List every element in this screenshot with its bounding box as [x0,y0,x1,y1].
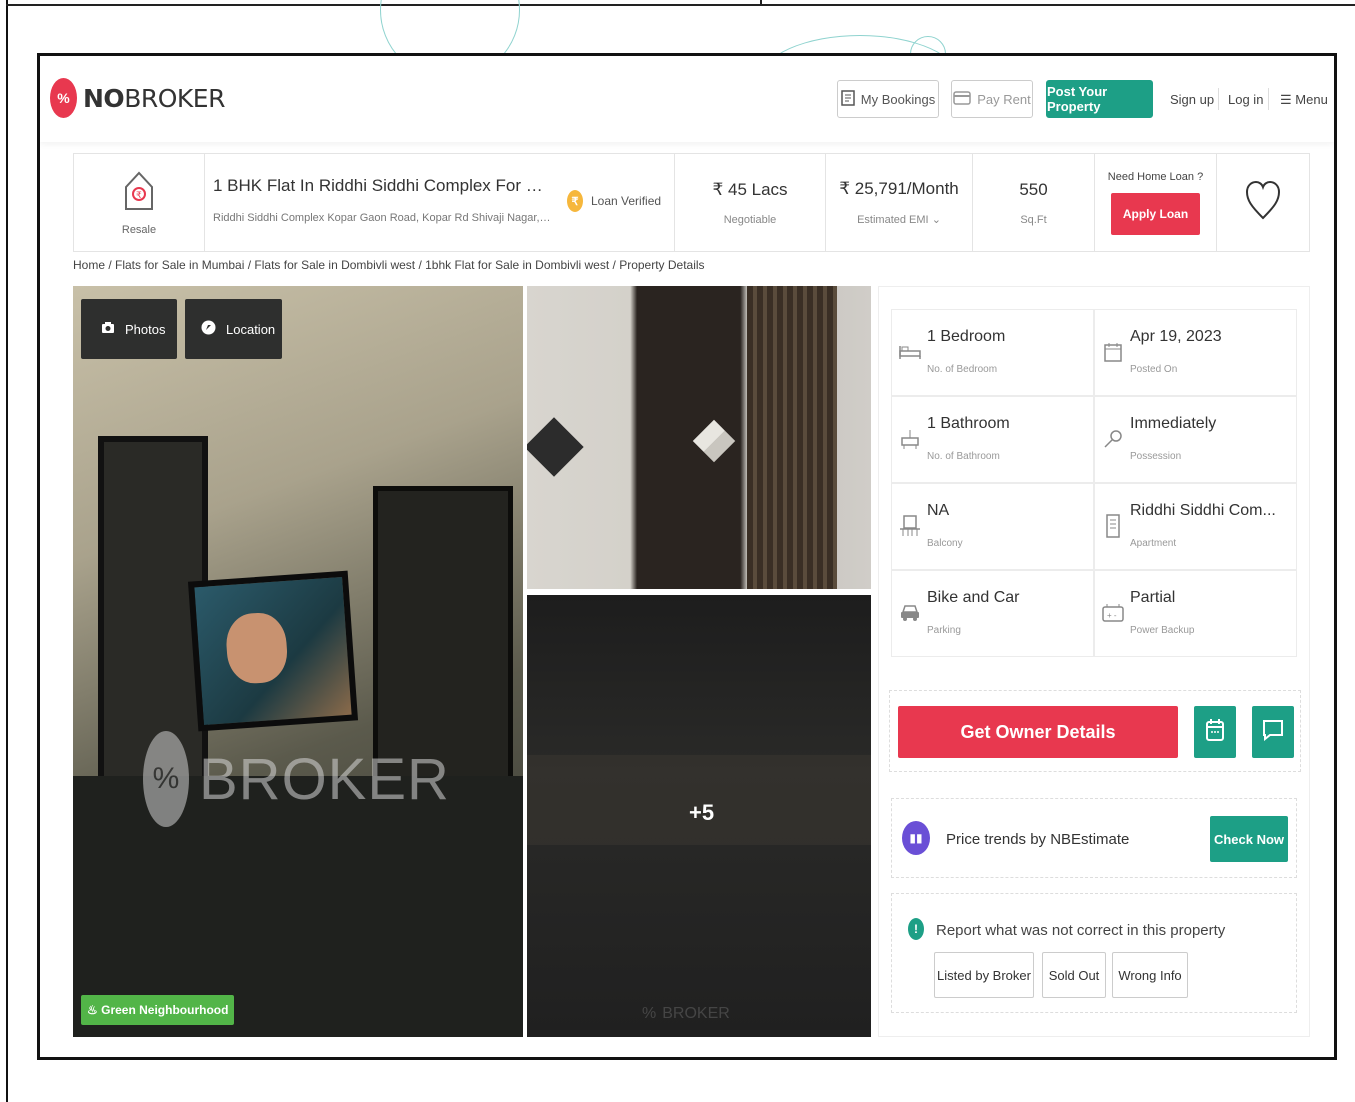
detail-bedroom: 1 Bedroom No. of Bedroom [891,309,1094,396]
detail-balcony: NA Balcony [891,483,1094,570]
price-cell: ₹ 45 Lacs Negotiable [675,154,826,251]
photo-thumbnail-more[interactable]: +5 % BROKER [527,595,871,1037]
detail-power-backup: + - Partial Power Backup [1094,570,1297,657]
details-grid: 1 Bedroom No. of Bedroom Apr 19, 2023 Po… [891,309,1297,657]
bookings-icon [841,89,855,109]
camera-icon [101,321,115,337]
calendar-icon [1101,340,1125,364]
screenshot-frame: % NOBROKER My Bookings Pay Rent Post You… [37,53,1337,1060]
details-panel: 1 Bedroom No. of Bedroom Apr 19, 2023 Po… [878,286,1310,1037]
site-header: % NOBROKER My Bookings Pay Rent Post You… [40,56,1334,142]
loan-verified-badge: ₹ Loan Verified [567,190,661,212]
svg-text:+ -: + - [1107,611,1117,620]
detail-posted-on: Apr 19, 2023 Posted On [1094,309,1297,396]
property-title: 1 BHK Flat In Riddhi Siddhi Complex For … [213,176,553,195]
document-divider [760,0,762,6]
area-value: 550 [1019,179,1048,199]
power-icon: + - [1101,601,1125,625]
resale-house-icon: ₹ [122,169,156,218]
hamburger-icon: ☰ [1280,92,1296,107]
leaf-icon: ♨ [87,1003,98,1017]
key-icon [1101,427,1125,451]
schedule-visit-button[interactable] [1194,706,1236,758]
header-separator [1218,88,1219,110]
nobroker-watermark: % BROKER [143,731,450,827]
check-now-button[interactable]: Check Now [1210,816,1288,862]
emi-value: ₹ 25,791/Month [839,179,959,198]
sign-up-link[interactable]: Sign up [1170,92,1214,107]
pay-rent-label: Pay Rent [977,91,1031,107]
breadcrumb[interactable]: Home / Flats for Sale in Mumbai / Flats … [73,258,705,272]
bathroom-icon [898,427,922,451]
building-icon [1101,514,1125,538]
svg-text:₹: ₹ [136,190,142,200]
card-icon [953,90,971,108]
chat-button[interactable] [1252,706,1294,758]
get-owner-details-button[interactable]: Get Owner Details [898,706,1178,758]
header-separator [1268,88,1269,110]
property-address: Riddhi Siddhi Complex Kopar Gaon Road, K… [213,212,553,224]
report-text: Report what was not correct in this prop… [936,922,1226,939]
green-neighbourhood-badge: ♨ Green Neighbourhood [81,995,235,1025]
area-unit: Sq.Ft [1020,213,1047,226]
detail-possession: Immediately Possession [1094,396,1297,483]
emi-note: Estimated EMI ⌄ [857,214,941,226]
balcony-icon [898,514,922,538]
car-icon [898,601,922,625]
title-cell: 1 BHK Flat In Riddhi Siddhi Complex For … [205,154,675,251]
compass-icon [201,320,216,338]
logo-text: NOBROKER [83,83,225,113]
photo-thumbnail[interactable] [527,286,871,589]
chat-icon [1262,719,1284,746]
resale-cell: ₹ Resale [74,154,205,251]
chart-icon: ▮▮ [902,821,930,855]
home-loan-cell: Need Home Loan ? Apply Loan [1095,154,1217,251]
photo-detail [692,419,736,463]
detail-apartment: Riddhi Siddhi Com... Apartment [1094,483,1297,570]
detail-bathroom: 1 Bathroom No. of Bathroom [891,396,1094,483]
logo-icon: % [50,78,77,118]
favourite-cell [1217,154,1309,251]
need-loan-text: Need Home Loan ? [1107,170,1204,183]
price-value: ₹ 45 Lacs [712,179,788,199]
report-wrong-info-button[interactable]: Wrong Info [1112,952,1188,998]
report-listed-by-broker-button[interactable]: Listed by Broker [934,952,1034,998]
emi-cell[interactable]: ₹ 25,791/Month Estimated EMI ⌄ [826,154,973,251]
resale-label: Resale [121,224,157,236]
heart-icon[interactable] [1245,178,1281,227]
report-sold-out-button[interactable]: Sold Out [1042,952,1106,998]
price-note: Negotiable [723,213,777,226]
price-trend-text: Price trends by NBEstimate [946,831,1130,848]
chevron-down-icon: ⌄ [931,214,941,226]
photo-detail [187,570,359,732]
more-photos-count: +5 [689,800,715,825]
document-top-line [6,4,1355,6]
pay-rent-button[interactable]: Pay Rent [951,80,1033,118]
rupee-coin-icon: ₹ [567,190,583,212]
area-cell: 550 Sq.Ft [973,154,1095,251]
post-property-button[interactable]: Post Your Property [1046,80,1153,118]
my-bookings-button[interactable]: My Bookings [837,80,939,118]
photo-detail [747,286,837,589]
info-icon: ! [908,918,924,940]
my-bookings-label: My Bookings [860,91,936,107]
report-box: ! Report what was not correct in this pr… [891,893,1297,1013]
owner-actions: Get Owner Details [889,690,1301,772]
menu-button[interactable]: ☰ Menu [1280,92,1328,108]
price-trend-box: ▮▮ Price trends by NBEstimate Check Now [891,798,1297,878]
bed-icon [898,340,922,364]
main-photo[interactable]: % BROKER Photos Location ♨ Green Neighbo… [73,286,523,1037]
nobroker-watermark-small: % BROKER [642,1005,730,1022]
photo-detail [527,417,584,477]
calendar-icon [1205,718,1225,747]
log-in-link[interactable]: Log in [1228,92,1263,107]
apply-loan-button[interactable]: Apply Loan [1110,192,1201,235]
photos-button[interactable]: Photos [81,299,177,359]
property-summary: ₹ Resale 1 BHK Flat In Riddhi Siddhi Com… [73,153,1310,252]
nobroker-logo[interactable]: % NOBROKER [50,78,225,118]
detail-parking: Bike and Car Parking [891,570,1094,657]
location-button[interactable]: Location [185,299,282,359]
